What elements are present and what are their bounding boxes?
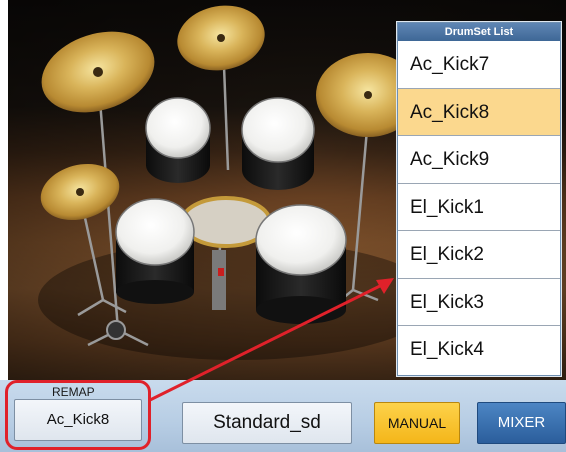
manual-button[interactable]: MANUAL [374,402,460,444]
remap-label: REMAP [52,385,95,399]
drumset-list-item[interactable]: Ac_Kick9 [398,136,560,184]
drumset-select-button[interactable]: Standard_sd [182,402,352,444]
drumset-list-item[interactable]: Ac_Kick8 [398,88,560,136]
drumset-list: Ac_Kick7 Ac_Kick8 Ac_Kick9 El_Kick1 El_Kick2… [398,41,560,374]
drumset-list-item[interactable]: El_Kick3 [398,278,560,326]
drumset-list-item[interactable]: El_Kick4 [398,326,560,374]
drumset-list-item[interactable]: El_Kick2 [398,231,560,279]
drumset-list-item[interactable]: El_Kick1 [398,183,560,231]
drumset-list-title: DrumSet List [398,23,560,41]
bottom-control-bar: REMAP Ac_Kick8 Standard_sd MANUAL MIXER [0,380,566,452]
remap-button[interactable]: Ac_Kick8 [14,399,142,441]
drumset-editor-screen: DrumSet List Ac_Kick7 Ac_Kick8 Ac_Kick9 El_… [0,0,566,452]
drumset-list-panel: DrumSet List Ac_Kick7 Ac_Kick8 Ac_Kick9 El_… [397,22,561,376]
mixer-button[interactable]: MIXER [477,402,566,444]
drumset-list-item[interactable]: Ac_Kick7 [398,41,560,89]
